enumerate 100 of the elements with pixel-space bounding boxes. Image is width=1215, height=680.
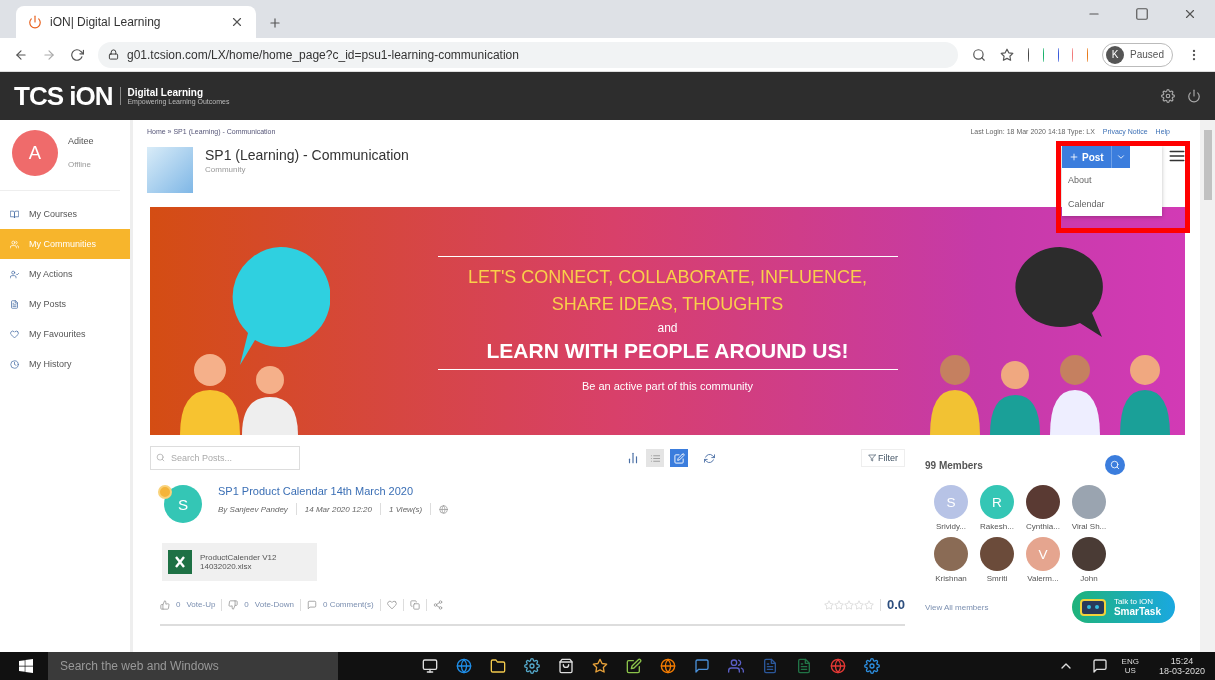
settings-icon[interactable] — [1161, 89, 1175, 103]
search-icon — [156, 453, 165, 462]
member-name[interactable]: Rakesh... — [980, 522, 1014, 531]
rating-value: 0.0 — [886, 597, 905, 612]
store-icon[interactable] — [558, 658, 574, 674]
globe-icon — [439, 504, 449, 514]
sidebar-item[interactable]: My Courses — [0, 199, 130, 229]
app-icon[interactable] — [694, 658, 710, 674]
people-icon — [10, 239, 19, 249]
post-button[interactable]: Post — [1062, 146, 1111, 168]
heart-icon — [10, 329, 19, 339]
community-title: SP1 (Learning) - Communication — [205, 147, 409, 163]
member-name[interactable]: Cynthia... — [1026, 522, 1060, 531]
book-icon — [10, 209, 19, 219]
member-name[interactable]: Srividy... — [935, 522, 967, 531]
document-icon — [10, 299, 19, 309]
search-button[interactable] — [1105, 455, 1125, 475]
task-view-icon[interactable] — [422, 658, 438, 674]
menu-item[interactable]: Calendar — [1062, 192, 1162, 216]
sort-icon[interactable] — [626, 451, 640, 465]
banner-text: and — [657, 321, 678, 335]
app-icon[interactable] — [626, 658, 642, 674]
sidebar-item[interactable]: My Posts — [0, 289, 130, 319]
star-rating[interactable] — [823, 599, 874, 610]
reload-icon[interactable] — [70, 47, 84, 62]
person-check-icon — [10, 269, 19, 279]
member-name[interactable]: John — [1080, 574, 1098, 583]
start-icon[interactable] — [18, 658, 34, 674]
edit-icon — [673, 452, 685, 464]
plus-icon — [1069, 152, 1079, 162]
clock-time[interactable]: 15:24 — [1170, 656, 1194, 666]
post-views: 1 View(s) — [389, 504, 423, 514]
browser-tab[interactable]: iON| Digital Learning — [16, 6, 256, 38]
user-name: Aditee — [68, 136, 94, 146]
community-thumbnail — [147, 147, 193, 193]
power-icon[interactable] — [1187, 89, 1201, 103]
clock-icon — [10, 359, 19, 369]
settings-icon[interactable] — [864, 658, 880, 674]
excel-icon[interactable] — [796, 658, 812, 674]
user-avatar: A — [12, 130, 58, 176]
banner-tagline: Be an active part of this community — [581, 380, 754, 392]
member-avatar[interactable] — [980, 537, 1014, 571]
app-icon[interactable] — [524, 658, 540, 674]
folder-icon[interactable] — [490, 658, 506, 674]
clock-date[interactable]: 18-03-2020 — [1158, 666, 1205, 676]
browser-icon[interactable] — [456, 658, 472, 674]
post-author[interactable]: By Sanjeev Pandey — [218, 504, 288, 514]
taskbar-search-field[interactable]: Search the web and Windows — [48, 652, 338, 680]
post-title[interactable]: SP1 Product Calendar 14th March 2020 — [218, 485, 449, 497]
attachment[interactable]: ProductCalender V12 14032020.xlsx — [162, 543, 317, 581]
members-count: 99 Members — [925, 459, 983, 471]
refresh-icon[interactable] — [704, 452, 715, 464]
logo: TCS iON — [14, 80, 113, 112]
community-type: Community — [205, 165, 247, 174]
thumbs-up-icon[interactable] — [160, 599, 170, 610]
maximize-icon[interactable] — [1135, 7, 1149, 21]
language-text[interactable]: ENG — [1121, 657, 1139, 666]
close-tab-icon[interactable] — [230, 15, 244, 29]
filter-button[interactable]: Filter — [861, 449, 905, 467]
zoom-icon[interactable] — [972, 47, 986, 62]
sidebar-item[interactable]: My Actions — [0, 259, 130, 289]
list-icon — [649, 452, 661, 464]
member-avatar[interactable] — [1072, 537, 1106, 571]
sidebar-item[interactable]: My History — [0, 349, 130, 379]
comments-link[interactable]: 0 Comment(s) — [322, 600, 374, 609]
app-icon[interactable] — [660, 658, 676, 674]
sidebar-item[interactable]: My Favourites — [0, 319, 130, 349]
robot-icon — [1079, 596, 1106, 618]
search-icon — [1110, 460, 1120, 470]
vote-up-count: 0 — [176, 600, 181, 609]
badge-icon — [158, 485, 172, 499]
member-avatar[interactable] — [934, 537, 968, 571]
vote-up-link[interactable]: Vote-Up — [186, 600, 216, 609]
search-field[interactable]: Search Posts... — [150, 446, 300, 470]
message-icon[interactable] — [1091, 658, 1108, 674]
thumbs-down-icon[interactable] — [228, 599, 239, 610]
banner-headline: LEARN WITH PEOPLE AROUND US! — [486, 339, 849, 363]
view-all-link[interactable]: View All members — [925, 602, 989, 612]
scrollbar[interactable] — [1200, 120, 1215, 652]
menu-item[interactable]: About — [1062, 168, 1162, 192]
banner-text: SHARE IDEAS, THOUGHTS — [551, 294, 784, 315]
chrome-icon[interactable] — [830, 658, 846, 674]
vote-down-link[interactable]: Vote-Down — [254, 600, 294, 609]
member-avatar[interactable] — [1026, 485, 1060, 519]
app-icon[interactable] — [592, 658, 608, 674]
new-tab-icon[interactable] — [268, 16, 282, 30]
power-icon — [28, 15, 42, 29]
word-icon[interactable] — [762, 658, 778, 674]
spreadsheet-icon — [168, 550, 192, 574]
address-bar[interactable]: g01.tcsion.com/LX/home/home_page?c_id=psu1-learning-communication — [98, 41, 958, 68]
back-icon[interactable] — [14, 47, 28, 62]
banner-text: LET'S CONNECT, COLLABORATE, INFLUENCE, — [467, 267, 868, 288]
star-icon[interactable] — [1000, 47, 1014, 62]
region-text[interactable]: US — [1124, 666, 1136, 675]
member-name[interactable]: Valerm... — [1027, 574, 1059, 583]
close-icon[interactable] — [1183, 7, 1197, 21]
member-name[interactable]: Smriti — [986, 574, 1008, 583]
post-date: 14 Mar 2020 12:20 — [304, 504, 372, 514]
member-name[interactable]: Krishnan — [935, 574, 967, 583]
member-name[interactable]: Viral Sh... — [1071, 522, 1107, 531]
